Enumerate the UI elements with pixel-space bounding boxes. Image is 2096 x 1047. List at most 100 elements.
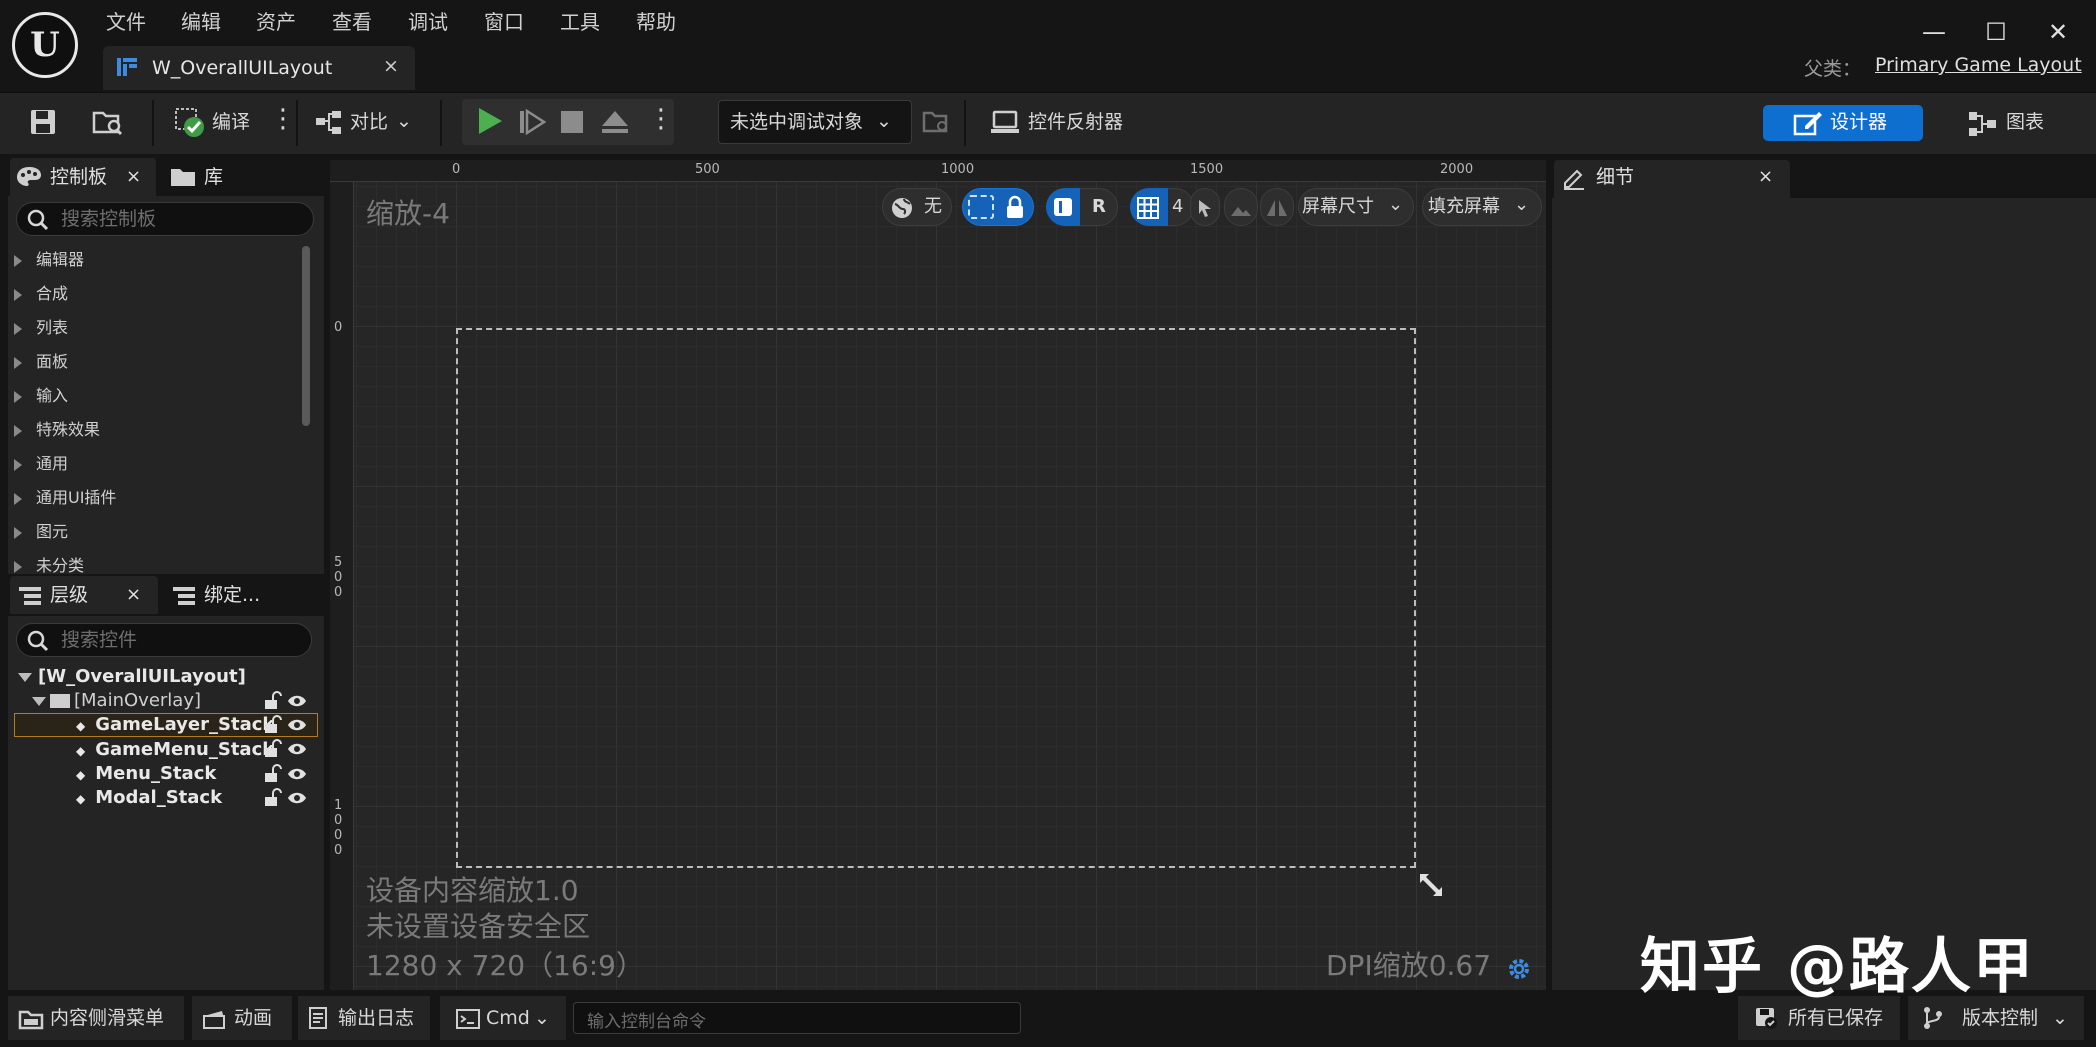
menu-tools[interactable]: 工具 <box>560 8 600 36</box>
menu-edit[interactable]: 编辑 <box>181 8 221 36</box>
debug-object-value: 未选中调试对象 <box>730 111 864 133</box>
layout-icon <box>1052 196 1074 218</box>
terminal-icon <box>456 1008 480 1030</box>
play-icon[interactable] <box>476 106 504 136</box>
ruler-tick: 5 0 0 <box>334 555 343 600</box>
palette-category[interactable]: 列表 <box>14 311 68 345</box>
tree-item-row[interactable]: ◆ Menu_Stack <box>76 762 216 786</box>
mirror-icon <box>1266 198 1288 218</box>
browse-folder-icon[interactable] <box>92 107 123 137</box>
stop-icon[interactable] <box>560 110 584 134</box>
bullet-icon: ◆ <box>76 768 86 782</box>
expand-arrow-icon <box>14 322 22 335</box>
collapse-arrow-icon <box>18 672 32 682</box>
palette-scrollbar[interactable] <box>302 246 310 426</box>
palette-search-input[interactable]: 搜索控制板 <box>16 202 314 236</box>
eject-icon[interactable] <box>600 108 630 136</box>
zoom-level: 缩放-4 <box>366 197 450 230</box>
library-folder-icon <box>170 167 196 187</box>
tab-hierarchy-close-icon[interactable]: × <box>126 576 141 614</box>
lock-icon <box>1004 195 1026 219</box>
chevron-down-icon: ⌄ <box>534 1007 550 1029</box>
bullet-icon: ◆ <box>76 719 86 733</box>
widget-reflector-button[interactable]: 控件反射器 <box>1028 109 1123 135</box>
fill-screen-label: 填充屏幕 <box>1428 196 1500 217</box>
compile-options-icon[interactable]: ⋮ <box>270 106 296 132</box>
palette-category[interactable]: 面板 <box>14 345 68 379</box>
chevron-down-icon[interactable]: ⌄ <box>396 108 412 134</box>
document-tab-close-icon[interactable]: × <box>383 55 399 77</box>
menu-window[interactable]: 窗口 <box>484 8 524 36</box>
palette-category[interactable]: 图元 <box>14 515 68 549</box>
ruler-tick: 1000 <box>941 162 975 177</box>
debug-browse-icon[interactable] <box>922 108 952 138</box>
diff-button[interactable]: 对比 <box>350 109 388 135</box>
hierarchy-search-input[interactable]: 搜索控件 <box>16 623 312 657</box>
step-frame-icon[interactable] <box>518 108 546 136</box>
device-content-scale: 设备内容缩放1.0 <box>366 874 579 907</box>
menu-help[interactable]: 帮助 <box>636 8 676 36</box>
row-toggles <box>262 763 308 785</box>
expand-arrow-icon <box>14 356 22 369</box>
cmd-label: Cmd <box>486 1007 530 1029</box>
widget-reflector-icon[interactable] <box>990 108 1020 138</box>
tree-item-row[interactable]: ◆ GameLayer_Stack <box>76 713 274 737</box>
ruler-tick: 1500 <box>1190 162 1224 177</box>
ruler-tick: 1 0 0 0 <box>334 798 343 858</box>
palette-category[interactable]: 通用 <box>14 447 68 481</box>
clapper-icon <box>202 1008 226 1030</box>
play-options-icon[interactable]: ⋮ <box>648 106 674 132</box>
tree-root-row[interactable]: [W_OverallUILayout] <box>18 665 246 689</box>
ruler-tick: 0 <box>452 162 461 177</box>
bullet-icon: ◆ <box>76 792 86 806</box>
design-frame[interactable] <box>456 328 1416 868</box>
tab-palette-close-icon[interactable]: × <box>126 158 141 196</box>
palette-category[interactable]: 特殊效果 <box>14 413 100 447</box>
tab-details[interactable] <box>1554 160 1790 198</box>
designer-label: 设计器 <box>1830 111 1888 133</box>
console-command-placeholder: 输入控制台命令 <box>587 1012 706 1032</box>
ruler-tick: 500 <box>695 162 720 177</box>
diff-icon[interactable] <box>314 108 344 138</box>
details-panel <box>1552 160 2096 990</box>
maximize-icon[interactable]: ☐ <box>1978 14 2014 50</box>
palette-category[interactable]: 合成 <box>14 277 68 311</box>
parent-class-link[interactable]: Primary Game Layout <box>1875 54 2082 76</box>
palette-category[interactable]: 未分类 <box>14 549 84 574</box>
tree-item-row[interactable]: ◆ Modal_Stack <box>76 786 222 810</box>
bullet-icon: ◆ <box>76 744 86 758</box>
dpi-settings-gear-icon[interactable] <box>1506 956 1532 982</box>
search-icon <box>27 209 49 231</box>
tab-details-close-icon[interactable]: × <box>1758 158 1773 196</box>
palette-category[interactable]: 编辑器 <box>14 243 84 277</box>
unreal-logo-icon[interactable]: U <box>12 12 78 78</box>
palette-category[interactable]: 通用UI插件 <box>14 481 116 515</box>
menu-view[interactable]: 查看 <box>332 8 372 36</box>
menu-file[interactable]: 文件 <box>106 8 146 36</box>
bindings-icon <box>172 586 196 606</box>
tree-item-row[interactable]: ◆ GameMenu_Stack <box>76 738 274 762</box>
tab-library[interactable]: 库 <box>204 158 223 196</box>
compile-status-icon[interactable] <box>174 107 204 137</box>
tree-overlay-row[interactable]: [MainOverlay] <box>32 689 201 713</box>
resize-handle-icon[interactable] <box>1416 870 1446 900</box>
close-window-icon[interactable]: ✕ <box>2040 14 2076 50</box>
collapse-arrow-icon <box>32 696 46 706</box>
pencil-icon <box>1562 166 1586 190</box>
save-icon[interactable] <box>28 107 58 137</box>
palette-category[interactable]: 输入 <box>14 379 68 413</box>
graph-button[interactable]: 图表 <box>2006 109 2044 135</box>
tab-bindings[interactable]: 绑定... <box>204 576 260 614</box>
toolbar-separator <box>440 100 442 146</box>
chevron-down-icon: ⌄ <box>2052 1007 2068 1029</box>
minimize-icon[interactable]: — <box>1916 14 1952 50</box>
parent-class-label: 父类： <box>1804 58 1862 80</box>
designer-icon <box>1793 108 1823 138</box>
source-control-icon <box>1922 1006 1944 1030</box>
expand-arrow-icon <box>14 424 22 437</box>
compile-button[interactable]: 编译 <box>212 109 250 135</box>
menu-debug[interactable]: 调试 <box>408 8 448 36</box>
graph-icon[interactable] <box>1968 110 1998 138</box>
animation-label: 动画 <box>234 1007 273 1029</box>
menu-asset[interactable]: 资产 <box>256 8 296 36</box>
